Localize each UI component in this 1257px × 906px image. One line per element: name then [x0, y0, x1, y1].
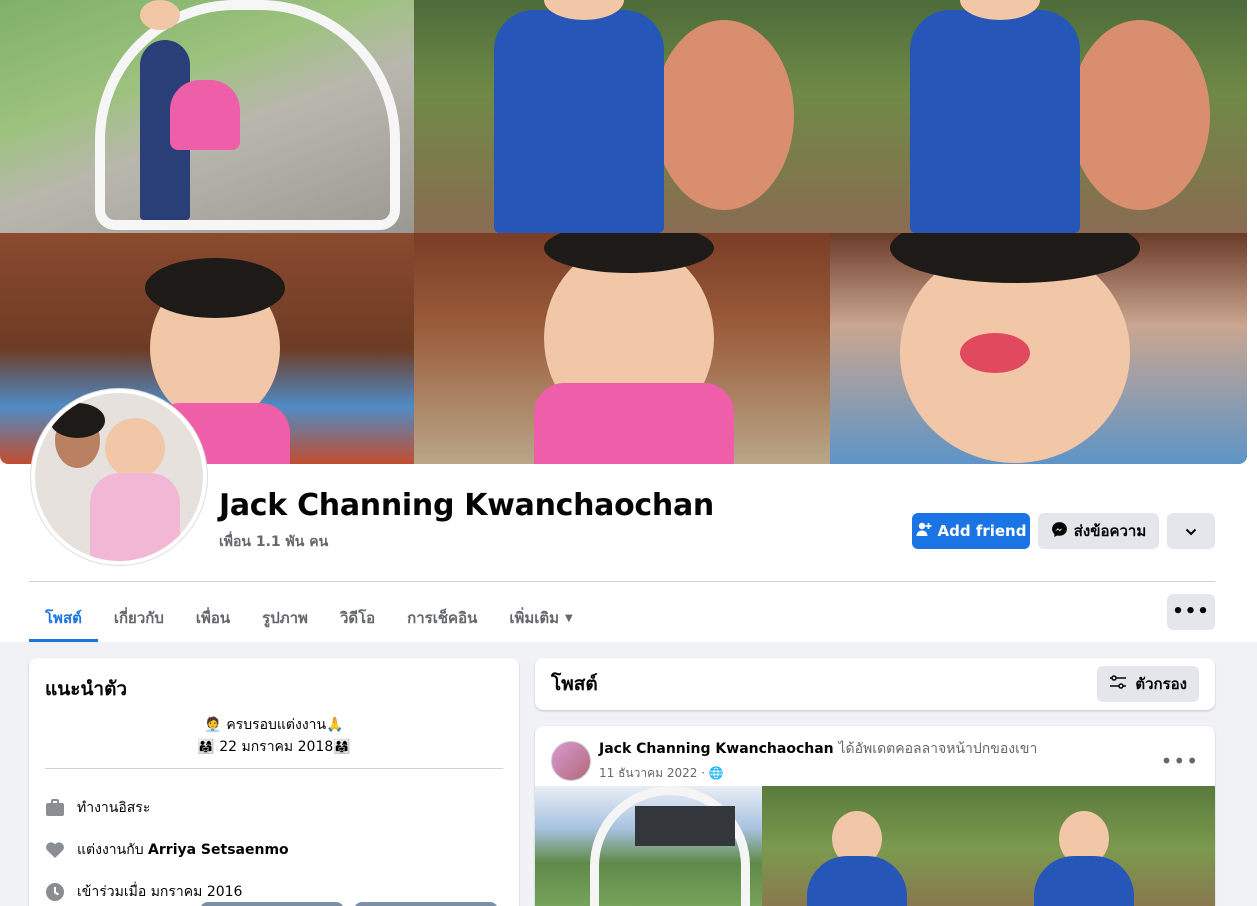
- posts-title: โพสต์: [551, 673, 598, 695]
- intro-photo-strip: [200, 902, 498, 906]
- featured-photo[interactable]: [354, 902, 498, 906]
- tab-friends[interactable]: เพื่อน: [180, 594, 246, 642]
- header-divider: [29, 581, 1215, 582]
- message-button[interactable]: ส่งข้อความ: [1038, 513, 1159, 549]
- post-header: Jack Channing Kwanchaochan ได้อัพเดตคอลล…: [535, 726, 1215, 795]
- cover-tile: [414, 0, 830, 233]
- posts-header-card: โพสต์ ตัวกรอง: [535, 658, 1215, 710]
- tab-checkins[interactable]: การเช็คอิน: [391, 594, 493, 642]
- featured-photo[interactable]: [200, 902, 344, 906]
- post-photo: [535, 786, 762, 906]
- cover-tile: [0, 0, 414, 233]
- globe-icon: 🌐: [708, 766, 724, 780]
- post-card: Jack Channing Kwanchaochan ได้อัพเดตคอลล…: [535, 726, 1215, 906]
- heart-icon: [45, 840, 65, 860]
- intro-title: แนะนำตัว: [45, 678, 128, 700]
- intro-bio: 🧑‍💼 ครบรอบแต่งงาน🙏 👨‍👩‍👧 22 มกราคม 2018👨…: [45, 714, 503, 758]
- tab-about[interactable]: เกี่ยวกับ: [98, 594, 180, 642]
- family-emoji-icon: 👨‍👩‍👧: [197, 739, 215, 755]
- clock-icon: [45, 882, 65, 902]
- profile-avatar[interactable]: [31, 389, 207, 565]
- cover-photo[interactable]: [0, 0, 1247, 464]
- chevron-down-icon: [1185, 522, 1197, 540]
- tab-more-label: เพิ่มเติม: [509, 609, 560, 627]
- person-emoji-icon: 🧑‍💼: [204, 717, 222, 733]
- post-author-name[interactable]: Jack Channing Kwanchaochan: [599, 741, 834, 757]
- intro-card: แนะนำตัว 🧑‍💼 ครบรอบแต่งงาน🙏 👨‍👩‍👧 22 มกร…: [29, 658, 519, 906]
- tab-more[interactable]: เพิ่มเติม ▼: [493, 594, 588, 642]
- tab-videos[interactable]: วิดีโอ: [324, 594, 391, 642]
- intro-joined-row: เข้าร่วมเมื่อ มกราคม 2016: [45, 871, 503, 906]
- joined-text: เข้าร่วมเมื่อ มกราคม 2016: [77, 884, 243, 900]
- post-photo: [989, 786, 1215, 906]
- pray-emoji-icon: 🙏: [326, 717, 344, 733]
- post-photo: [762, 786, 989, 906]
- work-text: ทำงานอิสระ: [77, 800, 151, 816]
- post-action-text: ได้อัพเดตคอลลาจหน้าปกของเขา: [838, 741, 1038, 757]
- intro-work-row: ทำงานอิสระ: [45, 787, 503, 829]
- post-options-button[interactable]: •••: [1161, 749, 1199, 773]
- intro-divider: [45, 768, 503, 769]
- filter-label: ตัวกรอง: [1135, 675, 1187, 693]
- spouse-link[interactable]: Arriya Setsaenmo: [148, 842, 289, 858]
- message-label: ส่งข้อความ: [1073, 522, 1147, 540]
- profile-name: Jack Channing Kwanchaochan: [219, 488, 714, 523]
- more-dots-icon: •••: [1172, 601, 1210, 622]
- add-friend-button[interactable]: Add friend: [912, 513, 1030, 549]
- post-author-avatar[interactable]: [551, 740, 591, 781]
- post-date[interactable]: 11 ธันวาคม 2022 ·: [599, 766, 705, 780]
- add-friend-label: Add friend: [937, 522, 1027, 540]
- filter-button[interactable]: ตัวกรอง: [1097, 666, 1199, 702]
- caret-down-icon: ▼: [565, 612, 573, 624]
- post-collage[interactable]: [535, 786, 1215, 906]
- bio-line-1: ครบรอบแต่งงาน: [226, 717, 327, 733]
- sliders-icon: [1109, 675, 1127, 693]
- tab-posts[interactable]: โพสต์: [29, 594, 98, 642]
- intro-relationship-row: แต่งงานกับ Arriya Setsaenmo: [45, 829, 503, 871]
- messenger-icon: [1051, 521, 1068, 542]
- tab-photos[interactable]: รูปภาพ: [246, 594, 324, 642]
- family-emoji-icon: 👨‍👩‍👧: [333, 739, 351, 755]
- profile-tabs: โพสต์ เกี่ยวกับ เพื่อน รูปภาพ วิดีโอ การ…: [29, 594, 589, 642]
- cover-tile: [830, 0, 1247, 233]
- cover-tile: [830, 233, 1247, 464]
- friends-count[interactable]: เพื่อน 1.1 พัน คน: [219, 531, 328, 553]
- cover-tile: [414, 233, 830, 464]
- more-actions-button[interactable]: [1167, 513, 1215, 549]
- briefcase-icon: [45, 798, 65, 818]
- tabs-overflow-button[interactable]: •••: [1167, 594, 1215, 630]
- profile-header: Jack Channing Kwanchaochan เพื่อน 1.1 พั…: [0, 0, 1257, 642]
- married-prefix: แต่งงานกับ: [77, 842, 144, 858]
- bio-line-2: 22 มกราคม 2018: [219, 739, 334, 755]
- add-person-icon: [916, 521, 932, 541]
